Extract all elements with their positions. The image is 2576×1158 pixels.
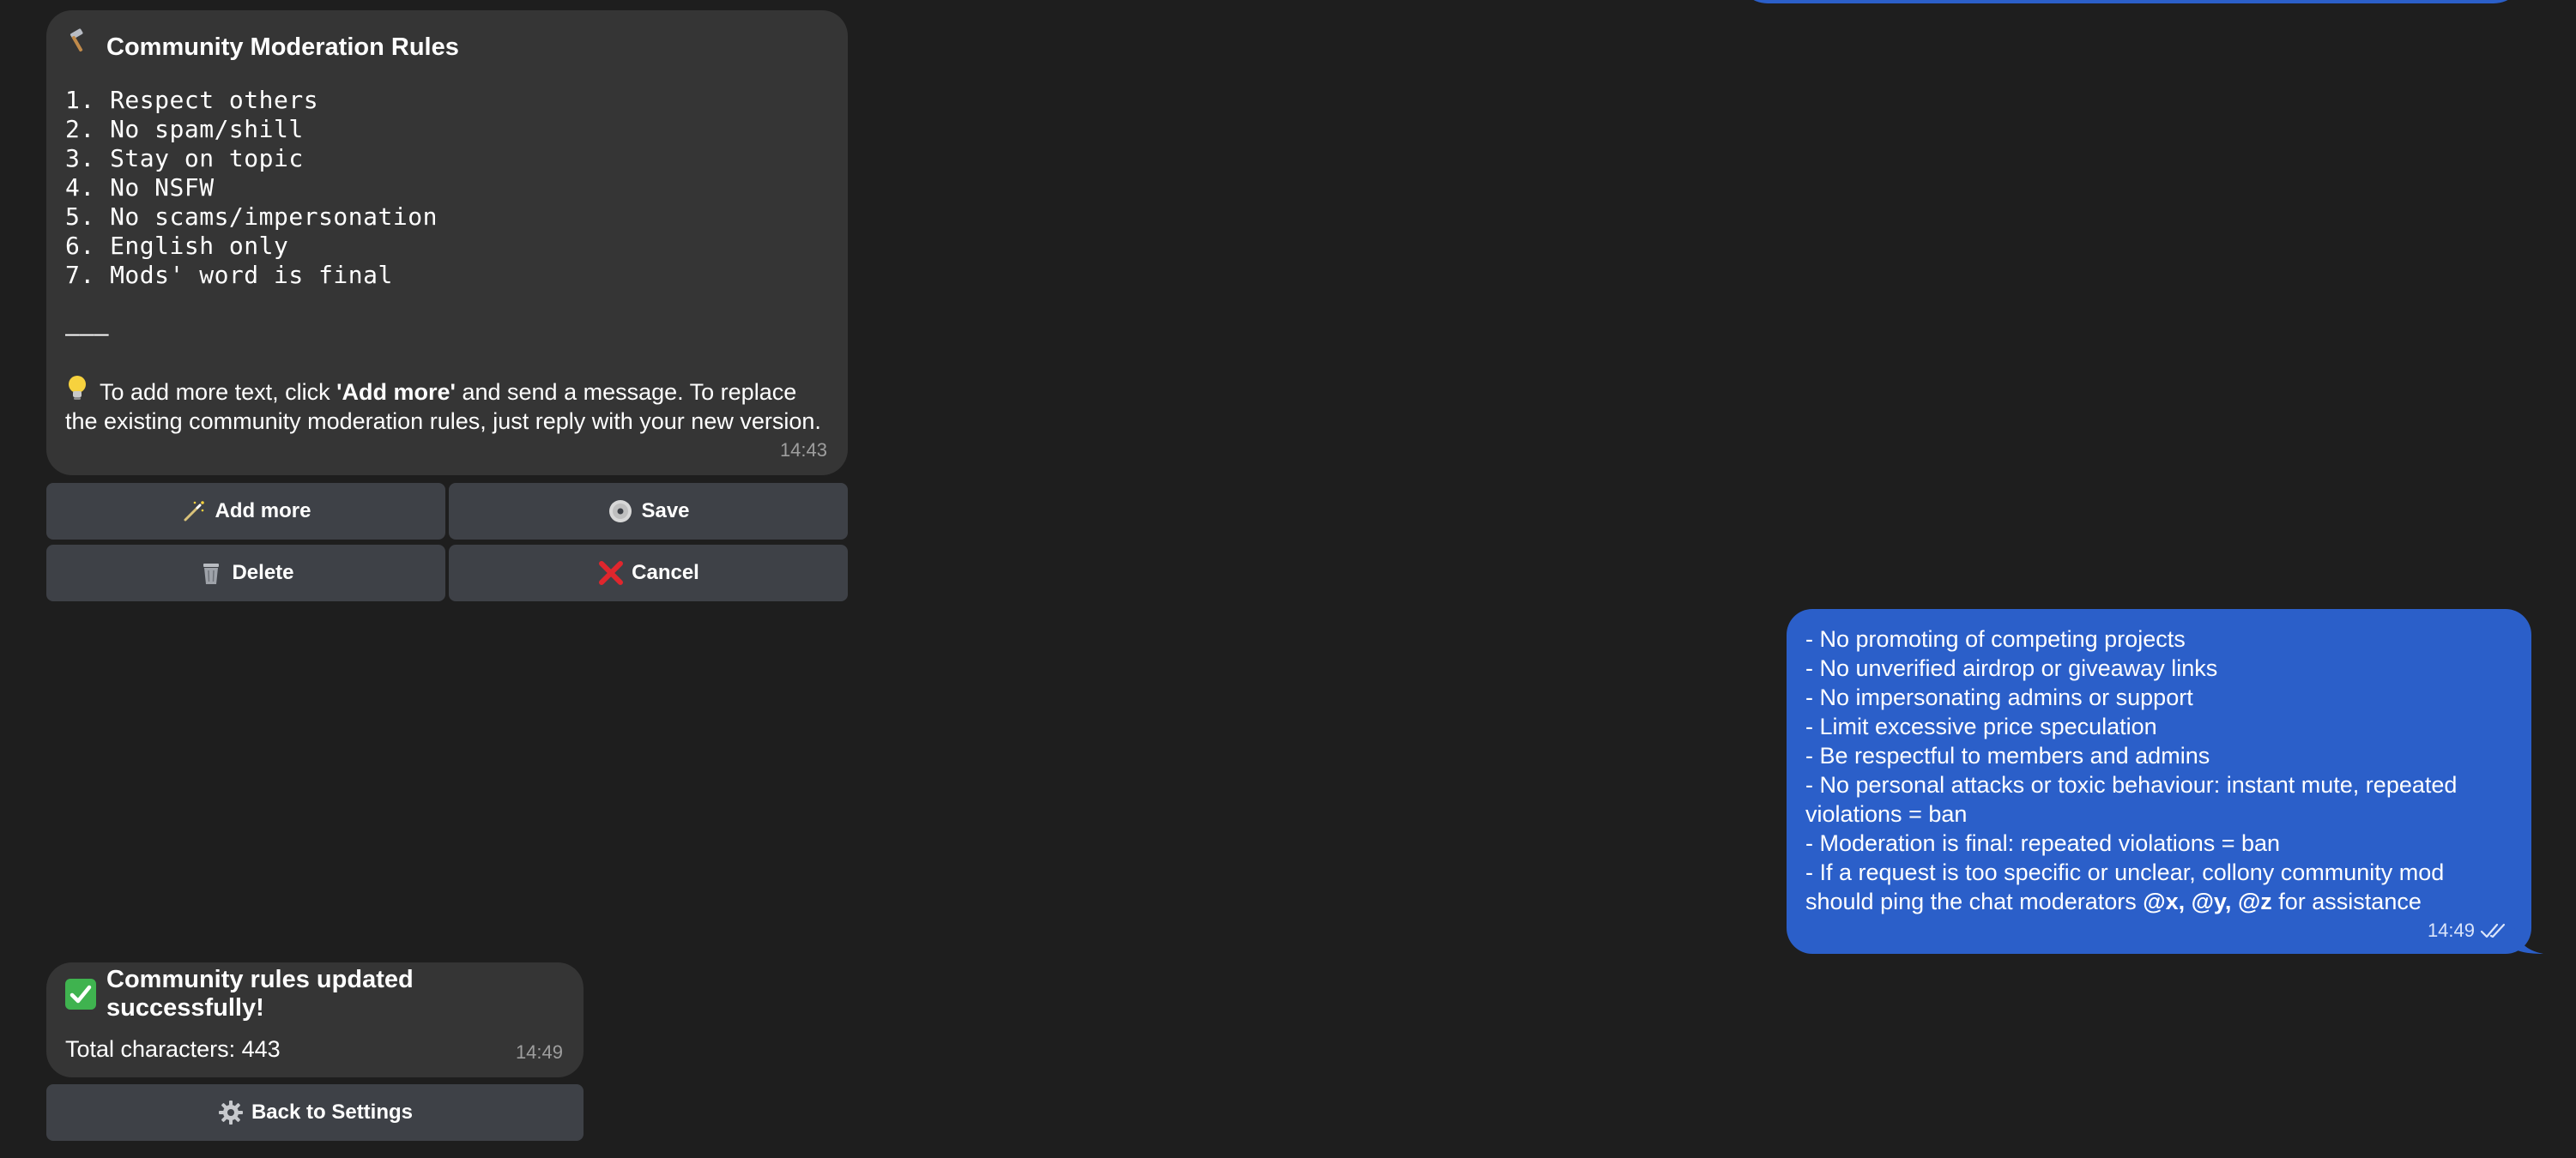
success-message-bubble: Community rules updated successfully! To… bbox=[46, 962, 584, 1077]
outgoing-line: - No personal attacks or toxic behaviour… bbox=[1805, 772, 2458, 827]
rules-message-bubble: Community Moderation Rules 1. Respect ot… bbox=[46, 10, 848, 475]
back-to-settings-button[interactable]: Back to Settings bbox=[46, 1084, 584, 1141]
rule-item: 1. Respect others bbox=[65, 86, 319, 114]
save-label: Save bbox=[641, 499, 690, 522]
moderator-mentions: @x, @y, @z bbox=[2143, 889, 2272, 914]
cancel-label: Cancel bbox=[632, 561, 699, 584]
rules-title-row: Community Moderation Rules bbox=[65, 28, 829, 65]
outgoing-meta: 14:49 bbox=[2428, 920, 2509, 942]
bubble-tail bbox=[2514, 928, 2543, 954]
outgoing-message-bubble: - No promoting of competing projects - N… bbox=[1787, 609, 2531, 954]
rule-item: 6. English only bbox=[65, 232, 289, 260]
cancel-button[interactable]: Cancel bbox=[449, 545, 848, 601]
delete-label: Delete bbox=[232, 561, 294, 584]
delete-button[interactable]: Delete bbox=[46, 545, 445, 601]
hammer-icon bbox=[65, 28, 101, 62]
rule-item: 4. No NSFW bbox=[65, 173, 215, 202]
outgoing-line: - Moderation is final: repeated violatio… bbox=[1805, 830, 2281, 856]
rule-item: 3. Stay on topic bbox=[65, 144, 304, 172]
separator: ——— bbox=[65, 319, 109, 347]
message-time: 14:43 bbox=[779, 439, 827, 461]
save-button[interactable]: Save bbox=[449, 483, 848, 540]
outgoing-last-after: for assistance bbox=[2271, 889, 2422, 914]
outgoing-line: - No promoting of competing projects bbox=[1805, 626, 2186, 652]
chat-area: Community Moderation Rules 1. Respect ot… bbox=[0, 0, 2576, 1158]
lightbulb-icon bbox=[65, 376, 100, 403]
tip-text: To add more text, click 'Add more' and s… bbox=[65, 376, 829, 436]
outgoing-line: - Be respectful to members and admins bbox=[1805, 743, 2210, 769]
outgoing-line: - No unverified airdrop or giveaway link… bbox=[1805, 655, 2218, 681]
gear-icon bbox=[217, 1099, 245, 1126]
outgoing-line-last: - If a request is too specific or unclea… bbox=[1805, 858, 2514, 916]
message-time: 14:49 bbox=[515, 1041, 563, 1063]
tip-text-bold: 'Add more' bbox=[336, 379, 456, 405]
total-characters: Total characters: 443 bbox=[65, 1036, 281, 1062]
outgoing-line: - No impersonating admins or support bbox=[1805, 685, 2193, 710]
magic-wand-icon bbox=[180, 498, 208, 525]
rules-list: 1. Respect others 2. No spam/shill 3. St… bbox=[65, 86, 829, 290]
double-check-icon bbox=[2480, 921, 2509, 940]
success-title-row: Community rules updated successfully! bbox=[65, 966, 565, 1022]
disc-icon bbox=[607, 498, 634, 525]
tip-text-before: To add more text, click bbox=[100, 379, 337, 405]
success-title: Community rules updated successfully! bbox=[106, 966, 414, 1022]
outgoing-time: 14:49 bbox=[2427, 920, 2475, 941]
red-x-icon bbox=[597, 559, 625, 587]
add-more-label: Add more bbox=[215, 499, 311, 522]
outgoing-message-text: - No promoting of competing projects - N… bbox=[1805, 624, 2514, 916]
previous-outgoing-bubble bbox=[1737, 0, 2525, 3]
rule-item: 7. Mods' word is final bbox=[65, 261, 393, 289]
back-to-settings-label: Back to Settings bbox=[251, 1101, 414, 1124]
outgoing-line: - Limit excessive price speculation bbox=[1805, 714, 2157, 739]
rule-item: 5. No scams/impersonation bbox=[65, 202, 438, 231]
trash-icon bbox=[197, 559, 225, 587]
rule-item: 2. No spam/shill bbox=[65, 115, 304, 143]
check-mark-icon bbox=[65, 979, 96, 1010]
add-more-button[interactable]: Add more bbox=[46, 483, 445, 540]
rules-title: Community Moderation Rules bbox=[106, 33, 459, 61]
